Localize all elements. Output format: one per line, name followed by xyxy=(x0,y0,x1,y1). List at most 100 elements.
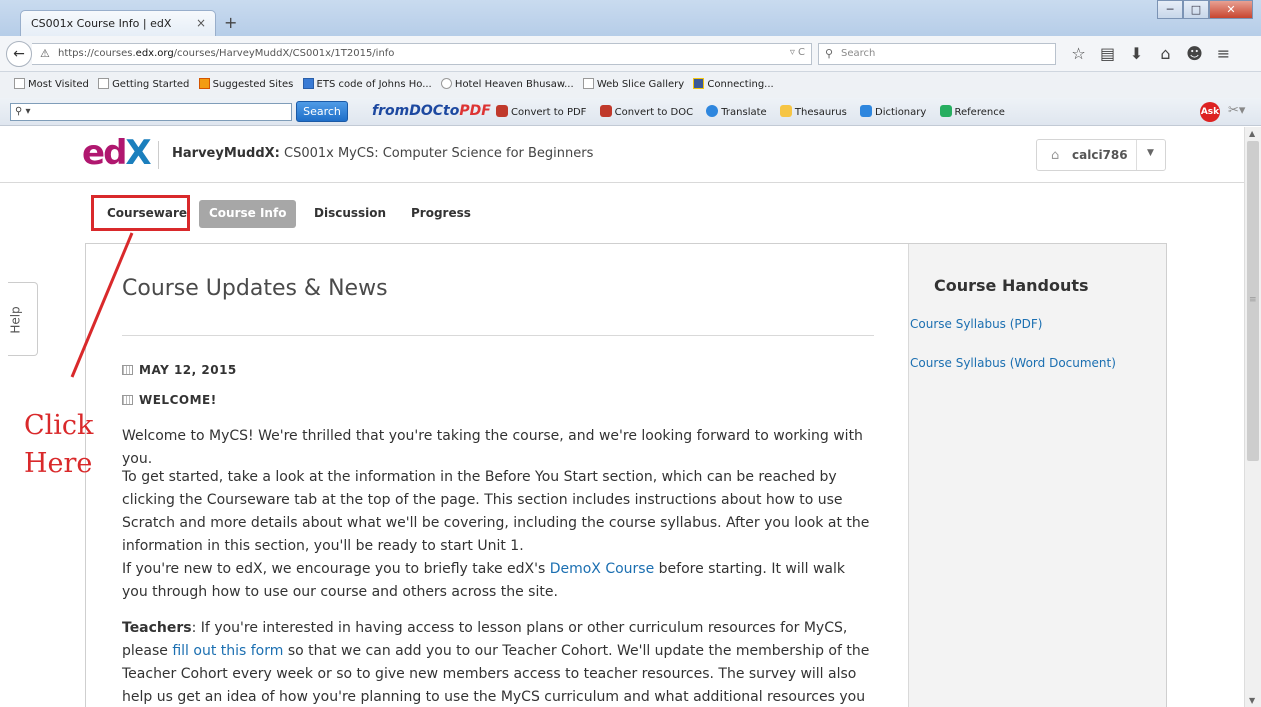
doc-icon xyxy=(599,105,612,117)
username[interactable]: calci786 xyxy=(1072,148,1128,162)
scroll-down-icon[interactable]: ▼ xyxy=(1249,696,1255,705)
bookmark-item[interactable]: ETS code of Johns Ho... xyxy=(302,78,432,90)
dictionary-icon xyxy=(860,105,873,117)
date-text: MAY 12, 2015 xyxy=(139,363,237,377)
tab-course-info[interactable]: Course Info xyxy=(199,200,297,228)
addon-toolbar: ⚲ ▾ Search fromDOCtoPDF Convert to PDF C… xyxy=(0,98,1261,126)
search-placeholder: Search xyxy=(841,48,876,59)
navigation-bar: ← ⚠ https://courses.edx.org/courses/Harv… xyxy=(0,36,1261,72)
edx-header: edX HarveyMuddX: CS001x MyCS: Computer S… xyxy=(0,127,1244,183)
web-page: edX HarveyMuddX: CS001x MyCS: Computer S… xyxy=(0,127,1244,707)
bookmark-item[interactable]: Most Visited xyxy=(14,78,89,90)
logo-e: e xyxy=(82,133,105,173)
search-icon: ⚲ xyxy=(825,47,834,60)
course-title: HarveyMuddX: CS001x MyCS: Computer Scien… xyxy=(172,146,593,161)
new-tab-icon[interactable]: + xyxy=(224,13,237,32)
bookmark-icon xyxy=(98,78,110,89)
link-label: Convert to PDF xyxy=(511,107,587,118)
dictionary-link[interactable]: Dictionary xyxy=(860,105,926,118)
bookmark-item[interactable]: Web Slice Gallery xyxy=(582,78,685,90)
fill-out-form-link[interactable]: fill out this form xyxy=(172,643,283,659)
logo-d: d xyxy=(103,133,127,173)
window-controls: ─ □ ✕ xyxy=(1157,0,1253,19)
logo-pdf-text: PDF xyxy=(459,103,491,119)
toolbar-search-button[interactable]: Search xyxy=(296,101,348,122)
course-org: HarveyMuddX: xyxy=(172,146,280,161)
maximize-button[interactable]: □ xyxy=(1183,0,1209,19)
tab-discussion[interactable]: Discussion xyxy=(304,200,396,228)
url-prefix: https://courses. xyxy=(58,48,136,59)
courseware-highlight-annotation xyxy=(91,195,190,231)
demox-course-link[interactable]: DemoX Course xyxy=(550,561,655,577)
close-window-button[interactable]: ✕ xyxy=(1209,0,1253,19)
caret-down-icon[interactable]: ▼ xyxy=(1147,148,1154,158)
url-domain: edx.org xyxy=(135,48,174,59)
convert-to-pdf-link[interactable]: Convert to PDF xyxy=(496,105,586,118)
dashboard-home-icon[interactable]: ⌂ xyxy=(1051,148,1059,163)
bookmark-label: Most Visited xyxy=(28,79,89,90)
logo-x: X xyxy=(125,133,151,173)
logo-main-text: fromDOCto xyxy=(372,103,460,119)
bookmark-icon xyxy=(302,78,314,89)
reference-icon xyxy=(939,105,952,117)
heading-text: WELCOME! xyxy=(139,393,217,407)
syllabus-word-link[interactable]: Course Syllabus (Word Document) xyxy=(910,356,1116,370)
help-label: Help xyxy=(8,306,23,334)
bookmark-label: Connecting... xyxy=(707,79,774,90)
fromdoctopdf-logo[interactable]: fromDOCtoPDF xyxy=(372,103,491,119)
header-divider xyxy=(158,141,159,169)
link-label: Thesaurus xyxy=(794,107,847,118)
bookmark-item[interactable]: Connecting... xyxy=(693,78,774,90)
warning-icon: ⚠ xyxy=(40,47,50,60)
bookmark-label: Hotel Heaven Bhusaw... xyxy=(454,79,574,90)
minimize-button[interactable]: ─ xyxy=(1157,0,1183,19)
link-label: Reference xyxy=(954,107,1005,118)
bookmark-item[interactable]: Getting Started xyxy=(98,78,189,90)
bookmark-item[interactable]: Hotel Heaven Bhusaw... xyxy=(440,78,574,90)
bookmark-icon xyxy=(198,78,210,89)
scroll-up-icon[interactable]: ▲ xyxy=(1249,129,1255,138)
syllabus-pdf-link[interactable]: Course Syllabus (PDF) xyxy=(910,317,1042,331)
translate-icon xyxy=(706,105,719,117)
help-tab[interactable]: Help xyxy=(8,282,38,356)
tab-progress[interactable]: Progress xyxy=(401,200,481,228)
handouts-title: Course Handouts xyxy=(934,276,1089,295)
thesaurus-link[interactable]: Thesaurus xyxy=(779,105,847,118)
translate-link[interactable]: Translate xyxy=(706,105,767,118)
link-label: Dictionary xyxy=(875,107,927,118)
convert-to-doc-link[interactable]: Convert to DOC xyxy=(599,105,693,118)
menu-icon[interactable]: ≡ xyxy=(1209,44,1238,63)
update-paragraph: Welcome to MyCS! We're thrilled that you… xyxy=(122,428,863,467)
browser-window: CS001x Course Info | edX × + ─ □ ✕ ← ⚠ h… xyxy=(0,0,1261,707)
download-icon[interactable]: ⬇ xyxy=(1122,44,1151,63)
home-icon[interactable]: ⌂ xyxy=(1151,44,1180,63)
back-arrow-icon[interactable]: ← xyxy=(6,41,32,67)
chat-icon[interactable]: ☻ xyxy=(1180,44,1209,63)
teachers-label: Teachers xyxy=(122,620,192,636)
annotation-line-2: Here xyxy=(24,448,93,479)
bookmark-icon xyxy=(440,78,452,89)
reload-icon[interactable]: ▿ C xyxy=(790,47,805,58)
browser-search-input[interactable]: ⚲ Search xyxy=(818,43,1056,65)
user-menu[interactable]: ⌂ calci786 ▼ xyxy=(1036,139,1166,171)
bookmark-item[interactable]: Suggested Sites xyxy=(198,78,293,90)
star-icon[interactable]: ☆ xyxy=(1064,44,1093,63)
annotation-line-1: Click xyxy=(24,410,94,441)
edx-logo[interactable]: edX xyxy=(82,133,152,173)
address-bar[interactable]: ⚠ https://courses.edx.org/courses/Harvey… xyxy=(32,43,812,65)
bookmark-label: Web Slice Gallery xyxy=(596,79,685,90)
bookmark-icon xyxy=(14,78,25,89)
toolbar-search-input[interactable]: ⚲ ▾ xyxy=(10,103,292,121)
scroll-grip-icon: ≡ xyxy=(1249,295,1257,305)
link-label: Translate xyxy=(721,107,767,118)
tools-icon[interactable]: ✂▾ xyxy=(1228,103,1245,118)
updates-divider xyxy=(122,335,874,336)
browser-tab[interactable]: CS001x Course Info | edX × xyxy=(20,10,216,36)
vertical-scrollbar[interactable]: ▲ ≡ ▼ xyxy=(1244,127,1261,707)
tab-close-icon[interactable]: × xyxy=(196,16,206,30)
ask-icon[interactable]: Ask xyxy=(1200,102,1220,122)
reading-list-icon[interactable]: ▤ xyxy=(1093,44,1122,63)
reference-link[interactable]: Reference xyxy=(939,105,1005,118)
bookmark-icon xyxy=(582,78,594,89)
calendar-icon xyxy=(122,395,133,405)
